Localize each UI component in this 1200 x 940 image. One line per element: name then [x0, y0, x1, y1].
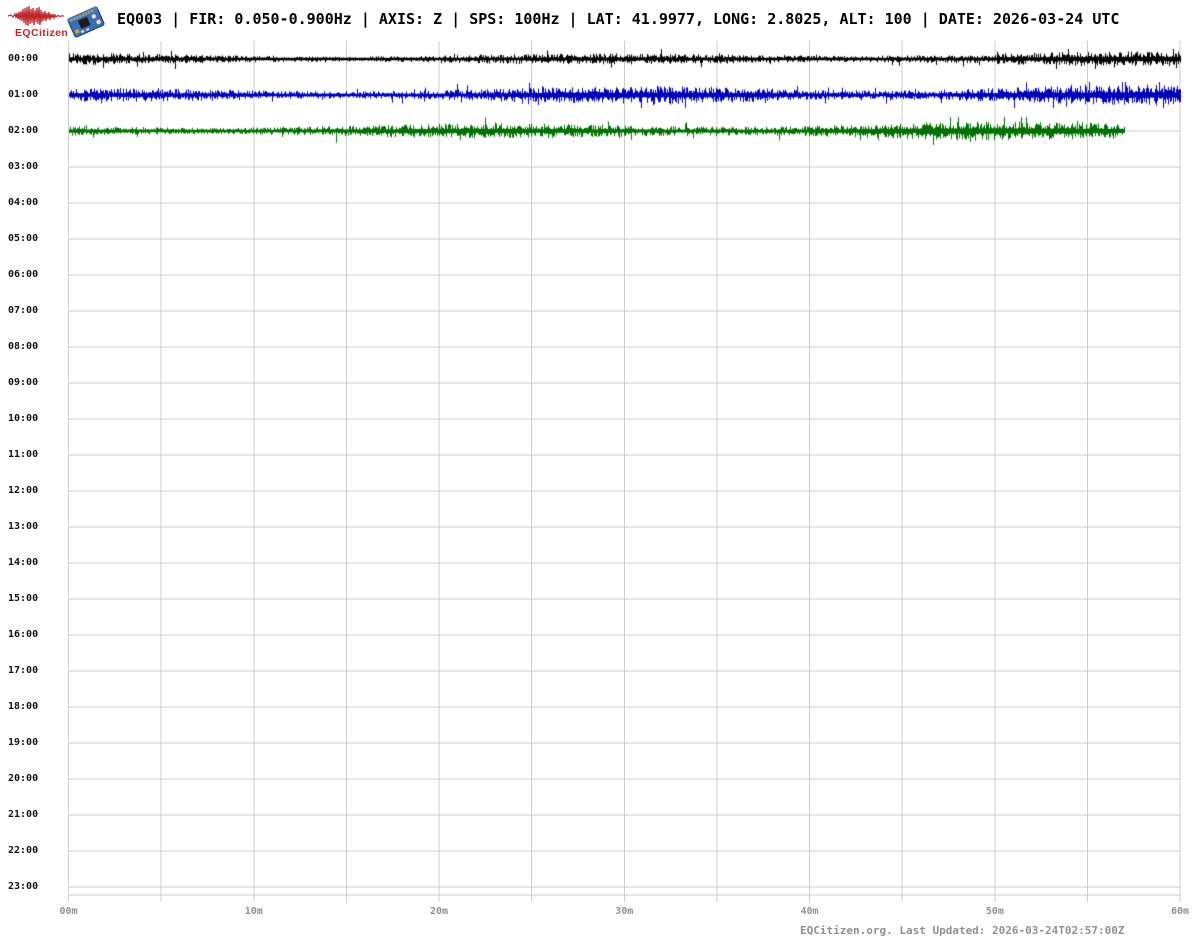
hour-label: 17:00 [8, 665, 39, 676]
minute-label: 50m [985, 906, 1004, 917]
hour-label: 08:00 [8, 341, 39, 352]
footer-note: EQCitizen.org. Last Updated: 2026-03-24T… [800, 924, 1125, 937]
hour-label: 13:00 [8, 521, 39, 532]
helicorder-page: EQCitizen EQ003 | FIR: 0.050-0.900Hz | A… [0, 0, 1200, 940]
hour-label: 12:00 [8, 485, 39, 496]
minute-label: 40m [800, 906, 819, 917]
hour-label: 05:00 [8, 233, 39, 244]
hour-label: 10:00 [8, 413, 39, 424]
hour-label: 19:00 [8, 737, 39, 748]
minute-label: 20m [429, 906, 449, 917]
hour-label: 07:00 [8, 305, 39, 316]
hour-label: 11:00 [8, 449, 39, 460]
minute-label: 30m [615, 906, 634, 917]
seismic-traces-canvas [0, 0, 1200, 940]
hour-label: 06:00 [8, 269, 39, 280]
hour-label: 02:00 [8, 125, 39, 136]
hour-label: 14:00 [8, 557, 39, 568]
hour-label: 15:00 [8, 593, 39, 604]
hour-label: 18:00 [8, 701, 39, 712]
hour-label: 00:00 [8, 53, 39, 64]
hour-label: 21:00 [8, 809, 39, 820]
hour-label: 16:00 [8, 629, 39, 640]
minute-label: 60m [1170, 906, 1190, 917]
hour-label: 04:00 [8, 197, 39, 208]
hour-label: 09:00 [8, 377, 39, 388]
hour-label: 03:00 [8, 161, 39, 172]
hour-label: 22:00 [8, 845, 39, 856]
hour-label: 20:00 [8, 773, 39, 784]
minute-label: 10m [244, 906, 263, 917]
minute-label: 00m [59, 906, 78, 917]
hour-label: 01:00 [8, 89, 39, 100]
hour-label: 23:00 [8, 881, 39, 892]
